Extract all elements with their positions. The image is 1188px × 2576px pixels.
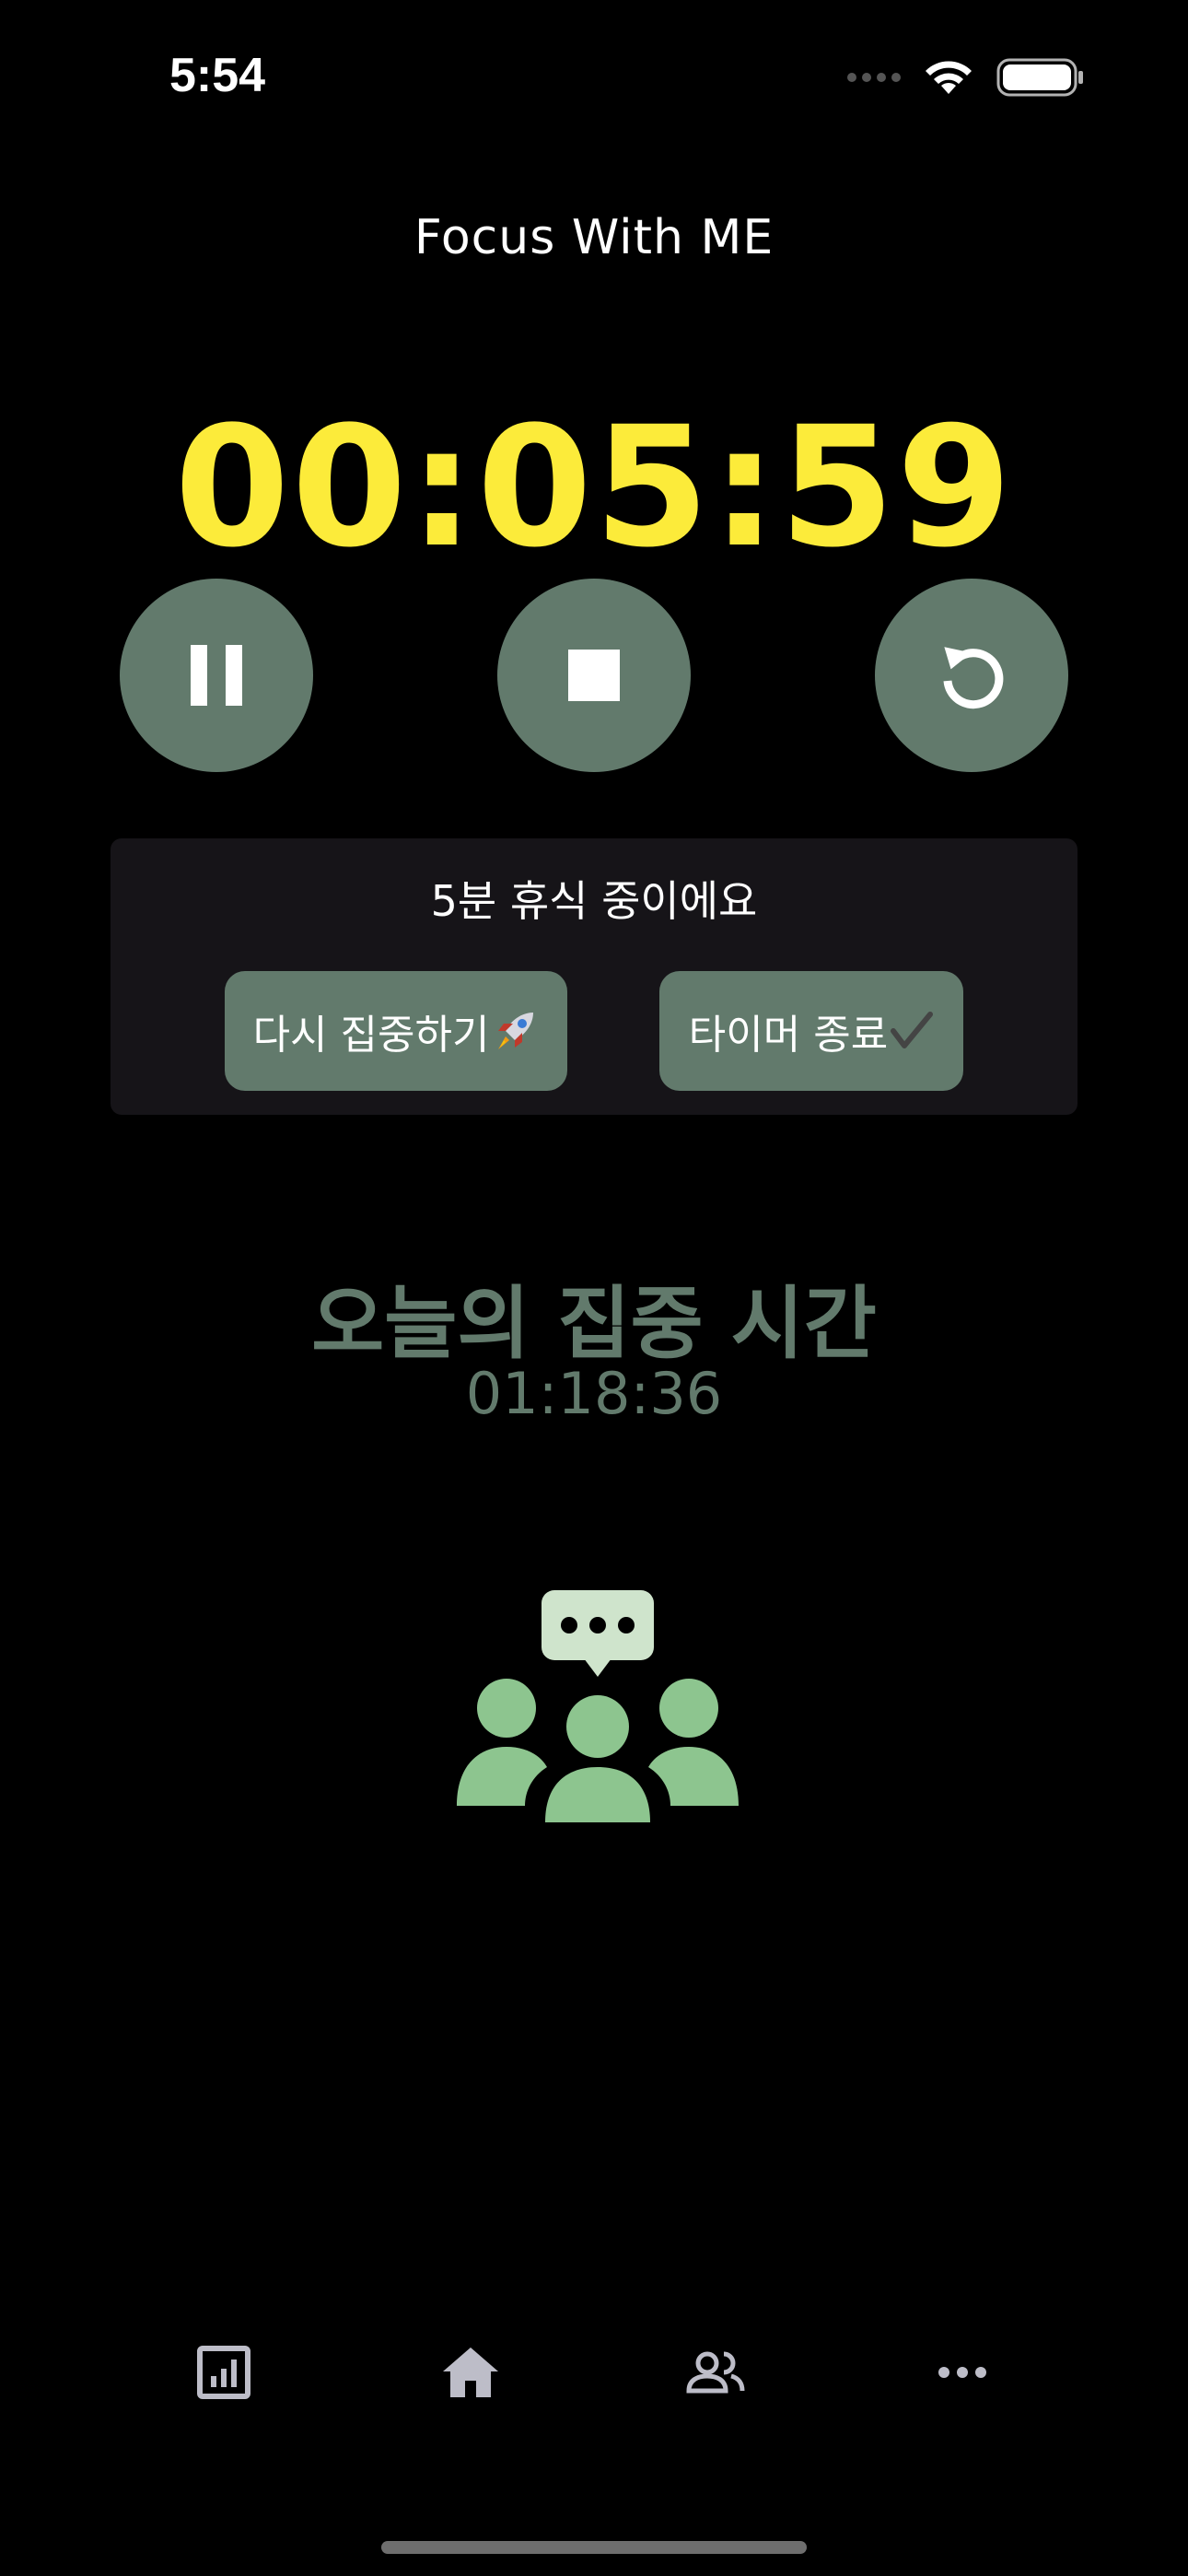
- chart-icon: [197, 2346, 250, 2399]
- app-title: Focus With ME: [413, 210, 775, 265]
- tab-people[interactable]: [674, 2331, 757, 2414]
- people-icon: [686, 2351, 745, 2394]
- timer-display: 00:05:59: [174, 392, 1014, 584]
- pause-button[interactable]: [120, 579, 313, 772]
- tab-home[interactable]: [429, 2331, 512, 2414]
- today-focus-value: 01:18:36: [465, 1360, 723, 1427]
- refocus-label: 다시 집중하기: [252, 1012, 490, 1059]
- tab-stats[interactable]: [182, 2331, 265, 2414]
- home-icon: [443, 2348, 498, 2397]
- stop-button[interactable]: [497, 579, 691, 772]
- end-timer-button[interactable]: 타이머 종료: [659, 971, 963, 1091]
- rocket-icon: [491, 1007, 539, 1055]
- tab-more[interactable]: [921, 2331, 1004, 2414]
- end-timer-label: 타이머 종료: [688, 1012, 889, 1059]
- break-status: 5분 휴식 중이에요: [430, 876, 758, 926]
- reset-icon: [943, 647, 1004, 709]
- reset-button[interactable]: [875, 579, 1068, 772]
- status-icons: [847, 57, 1085, 98]
- pause-icon: [191, 645, 242, 706]
- break-panel: 5분 휴식 중이에요 다시 집중하기 타이머 종료: [111, 838, 1077, 1115]
- wifi-icon: [926, 61, 972, 94]
- checkmark-icon: [890, 1011, 934, 1051]
- battery-icon: [996, 58, 1083, 97]
- more-icon: [938, 2367, 986, 2378]
- status-time: 5:54: [169, 49, 266, 102]
- signal-icon: [847, 73, 901, 82]
- stop-icon: [568, 650, 620, 701]
- tab-bar: [0, 2331, 1188, 2414]
- today-focus-label: 오늘의 집중 시간: [311, 1278, 877, 1370]
- home-indicator[interactable]: [381, 2541, 807, 2554]
- refocus-button[interactable]: 다시 집중하기: [225, 971, 567, 1091]
- group-chat-icon: [457, 1590, 739, 1822]
